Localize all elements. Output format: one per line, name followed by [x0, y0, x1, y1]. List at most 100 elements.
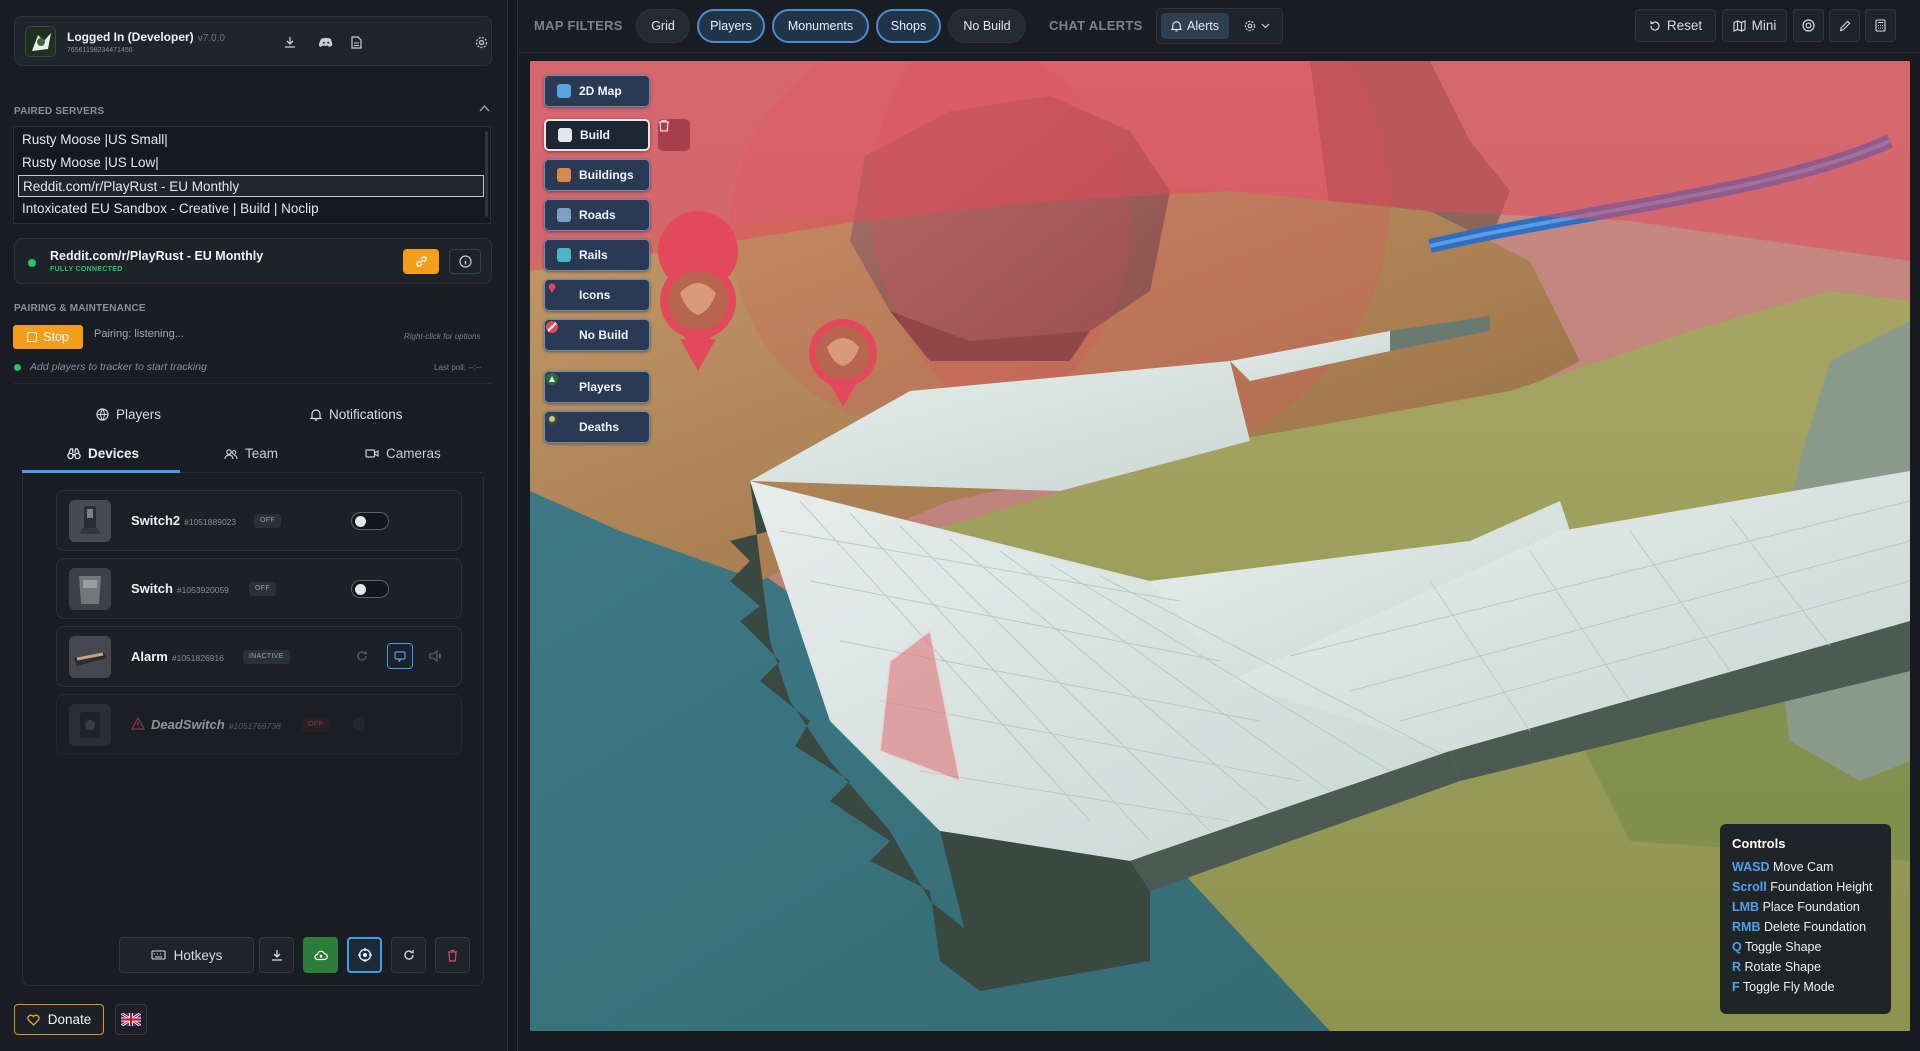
refresh-icon: [403, 950, 414, 960]
alarm-thumbnail: [69, 636, 111, 678]
layer-label: 2D Map: [579, 84, 622, 98]
server-list[interactable]: Rusty Moose |US Small| Rusty Moose |US L…: [13, 126, 491, 224]
filter-grid[interactable]: Grid: [636, 9, 690, 43]
alerts-settings-dropdown[interactable]: [1237, 13, 1277, 39]
reset-label: Reset: [1666, 18, 1703, 33]
calculator-button[interactable]: [1865, 9, 1896, 42]
tab-notifications[interactable]: Notifications: [310, 407, 403, 422]
layer-roads[interactable]: Roads: [544, 199, 650, 231]
map-toolbar: MAP FILTERS Grid Players Monuments Shops…: [519, 0, 1920, 53]
device-name: Alarm #1051826916: [131, 649, 224, 664]
build-viewport[interactable]: 2D Map Build Buildings Roads Rails Icons…: [530, 61, 1910, 1031]
layer-build[interactable]: Build: [544, 119, 650, 151]
chevron-up-icon[interactable]: [477, 104, 491, 118]
tab-team-label: Team: [245, 446, 279, 461]
mini-label: Mini: [1751, 18, 1777, 33]
layer-deaths[interactable]: Deaths: [544, 411, 650, 443]
build-icon: [558, 128, 572, 142]
sidebar-resize-handle[interactable]: [508, 0, 518, 1051]
draw-tool-button[interactable]: [1829, 9, 1860, 42]
control-row: LMB Place Foundation: [1732, 900, 1860, 914]
tab-devices[interactable]: Devices: [67, 446, 139, 461]
layer-2d-map[interactable]: 2D Map: [544, 75, 650, 107]
layer-label: Roads: [579, 208, 616, 222]
stop-pairing-button[interactable]: Stop: [13, 325, 83, 349]
document-icon[interactable]: [343, 29, 369, 55]
hotkeys-button[interactable]: Hotkeys: [119, 937, 254, 973]
devices-panel: Switch2 #1051889023 OFF Switch #1053920059…: [22, 476, 484, 986]
layer-icons[interactable]: Icons: [544, 279, 650, 311]
filter-shops[interactable]: Shops: [876, 9, 941, 43]
download-icon[interactable]: [277, 29, 303, 55]
mini-map-button[interactable]: Mini: [1722, 9, 1787, 42]
no-build-icon: [546, 321, 571, 342]
sidebar: Logged In (Developer) v7.0.0 765611982344…: [0, 0, 508, 1051]
language-button[interactable]: [115, 1004, 147, 1035]
tab-cameras-label: Cameras: [386, 446, 441, 461]
layer-rails[interactable]: Rails: [544, 239, 650, 271]
gear-icon: [1244, 20, 1256, 32]
switch-toggle[interactable]: [351, 580, 389, 598]
tab-cameras[interactable]: Cameras: [365, 446, 441, 461]
target-button[interactable]: [347, 937, 382, 973]
account-card: Logged In (Developer) v7.0.0 765611982344…: [14, 16, 492, 66]
pin-icon: [548, 283, 571, 302]
filter-players[interactable]: Players: [697, 9, 765, 43]
controls-title: Controls: [1732, 836, 1786, 851]
control-row: R Rotate Shape: [1732, 960, 1821, 974]
info-button[interactable]: [449, 249, 481, 274]
status-badge: OFF: [249, 582, 276, 596]
speaker-icon[interactable]: [429, 649, 443, 663]
info-icon: [458, 255, 472, 268]
layer-no-build[interactable]: No Build: [544, 319, 650, 351]
donate-label: Donate: [47, 1012, 92, 1027]
divider: [14, 383, 492, 384]
device-id: #1051826916: [171, 653, 224, 663]
connected-server-name: Reddit.com/r/PlayRust - EU Monthly: [50, 249, 264, 263]
target-tool-button[interactable]: [1793, 9, 1824, 42]
discord-icon[interactable]: [313, 29, 339, 55]
delete-button[interactable]: [435, 937, 470, 973]
stop-icon: [27, 332, 38, 342]
layer-label: Buildings: [579, 168, 634, 182]
gear-icon[interactable]: [468, 29, 494, 55]
control-row: RMB Delete Foundation: [1732, 920, 1867, 934]
steam-id: 76561198234471456: [67, 47, 133, 54]
link-button[interactable]: [403, 249, 439, 274]
pencil-icon: [1839, 20, 1850, 31]
switch-toggle[interactable]: [351, 512, 389, 530]
reset-button[interactable]: Reset: [1635, 9, 1716, 42]
server-list-scrollbar[interactable]: [485, 131, 488, 217]
refresh-icon[interactable]: [356, 649, 370, 663]
refresh-button[interactable]: [391, 937, 426, 973]
upload-cloud-button[interactable]: [303, 937, 338, 973]
layer-buildings[interactable]: Buildings: [544, 159, 650, 191]
server-item[interactable]: Rusty Moose |US Small|: [18, 129, 484, 151]
device-id: #1053920059: [176, 585, 229, 595]
connection-status: FULLY CONNECTED: [50, 266, 123, 273]
last-poll: Last poll: --:--: [434, 363, 482, 372]
tab-team[interactable]: Team: [224, 446, 278, 461]
layer-label: Build: [580, 128, 610, 142]
alerts-button[interactable]: Alerts: [1161, 13, 1229, 39]
tracker-dot-icon: [14, 364, 21, 371]
server-item-selected[interactable]: Reddit.com/r/PlayRust - EU Monthly: [18, 175, 484, 197]
deaths-icon: [546, 413, 571, 434]
clear-build-button[interactable]: [658, 119, 690, 151]
donate-button[interactable]: Donate: [14, 1004, 104, 1035]
filter-monuments[interactable]: Monuments: [772, 9, 869, 43]
download-button[interactable]: [259, 937, 294, 973]
hotkeys-label: Hotkeys: [173, 947, 223, 963]
layer-players[interactable]: Players: [544, 371, 650, 403]
server-item[interactable]: Rusty Moose |US Low|: [18, 152, 484, 174]
rails-icon: [557, 248, 571, 262]
switch-thumbnail: [69, 568, 111, 610]
keyboard-icon: [151, 950, 166, 960]
server-item[interactable]: Intoxicated EU Sandbox - Creative | Buil…: [18, 198, 484, 220]
map-filters-label: MAP FILTERS: [534, 18, 623, 33]
reset-icon: [1650, 20, 1660, 31]
tab-players[interactable]: Players: [96, 407, 161, 422]
notify-toggle-button[interactable]: [387, 643, 413, 669]
filter-no-build[interactable]: No Build: [948, 9, 1026, 43]
device-id: #1051889023: [184, 517, 237, 527]
